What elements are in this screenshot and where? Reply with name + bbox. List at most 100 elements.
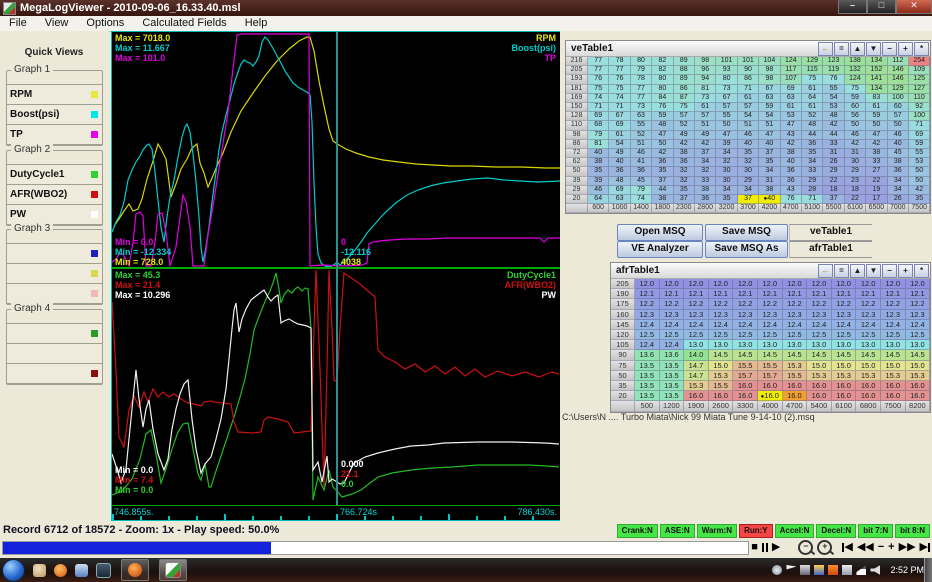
table-cell[interactable]: 13.6 bbox=[660, 350, 685, 360]
messenger-icon[interactable] bbox=[33, 564, 46, 577]
table-cell[interactable]: 54 bbox=[609, 140, 630, 149]
table-cell[interactable]: 54 bbox=[759, 112, 780, 121]
table-cell[interactable]: 38 bbox=[781, 149, 802, 158]
table-cell[interactable]: 50 bbox=[909, 177, 930, 186]
table-cell[interactable]: 125 bbox=[909, 75, 930, 84]
table-cell[interactable]: 22 bbox=[845, 195, 866, 204]
table-cell[interactable]: 48 bbox=[652, 121, 673, 130]
table-cell[interactable]: 44 bbox=[652, 186, 673, 195]
table-cell[interactable]: 32 bbox=[716, 158, 737, 167]
table-cell[interactable]: 12.0 bbox=[783, 279, 808, 289]
table-cell[interactable]: 81 bbox=[695, 85, 716, 94]
table-cell[interactable]: 101 bbox=[738, 57, 759, 66]
table-cell[interactable]: 34 bbox=[802, 158, 823, 167]
table-cell[interactable]: 12.1 bbox=[807, 289, 832, 299]
table-cell[interactable]: 26 bbox=[823, 158, 844, 167]
rewind-button[interactable]: ◀◀ bbox=[857, 540, 874, 555]
table-cell[interactable]: 46 bbox=[738, 131, 759, 140]
quick-view-item-afr-wbo2-[interactable]: AFR(WBO2) bbox=[6, 184, 103, 205]
table-cell[interactable]: 52 bbox=[674, 121, 695, 130]
zoom-in-button[interactable]: + bbox=[817, 540, 832, 555]
afr-undo-icon[interactable]: ← bbox=[818, 264, 833, 278]
table-cell[interactable]: 83 bbox=[866, 94, 887, 103]
table-cell[interactable]: 12.2 bbox=[807, 299, 832, 309]
table-cell[interactable]: 74 bbox=[631, 195, 652, 204]
table-cell[interactable]: 51 bbox=[631, 140, 652, 149]
menu-calculated-fields[interactable]: Calculated Fields bbox=[133, 16, 235, 31]
table-cell[interactable]: 98 bbox=[759, 75, 780, 84]
table-cell[interactable]: 38 bbox=[695, 186, 716, 195]
table-cell[interactable]: 63 bbox=[781, 94, 802, 103]
table-cell[interactable]: 36 bbox=[695, 195, 716, 204]
table-cell[interactable]: 12.3 bbox=[758, 310, 783, 320]
table-cell[interactable]: 14.5 bbox=[733, 350, 758, 360]
table-cell[interactable]: 31 bbox=[759, 177, 780, 186]
table-cell[interactable]: 12.3 bbox=[709, 310, 734, 320]
table-cell[interactable]: 86 bbox=[674, 85, 695, 94]
stop-button[interactable]: ■ bbox=[751, 540, 758, 555]
ve-increment-button[interactable]: + bbox=[898, 42, 913, 56]
table-cell[interactable]: 30 bbox=[716, 167, 737, 176]
table-cell[interactable]: 38 bbox=[888, 158, 909, 167]
table-cell[interactable]: 16.0 bbox=[906, 381, 931, 391]
table-cell[interactable]: 59 bbox=[759, 103, 780, 112]
table-cell[interactable]: 52 bbox=[802, 112, 823, 121]
table-cell[interactable]: 36 bbox=[888, 167, 909, 176]
afr-table-grid[interactable]: 20512.012.012.012.012.012.012.012.012.01… bbox=[611, 279, 930, 412]
flag-icon[interactable] bbox=[786, 565, 796, 575]
table-cell[interactable]: 146 bbox=[888, 66, 909, 75]
table-cell[interactable]: 76 bbox=[823, 75, 844, 84]
table-cell[interactable]: 127 bbox=[909, 85, 930, 94]
table-cell[interactable]: 79 bbox=[588, 131, 609, 140]
table-cell[interactable]: 32 bbox=[674, 177, 695, 186]
table-cell[interactable]: 56 bbox=[845, 112, 866, 121]
table-cell[interactable]: 42 bbox=[866, 140, 887, 149]
close-button[interactable]: ✕ bbox=[896, 0, 932, 14]
table-cell[interactable]: 61 bbox=[738, 94, 759, 103]
table-cell[interactable]: 16.0 bbox=[758, 381, 783, 391]
table-cell[interactable]: 12.4 bbox=[856, 320, 881, 330]
table-cell[interactable]: 101 bbox=[716, 57, 737, 66]
table-cell[interactable]: 100 bbox=[888, 94, 909, 103]
table-cell[interactable]: 13.5 bbox=[635, 381, 660, 391]
table-cell[interactable]: 15.3 bbox=[807, 371, 832, 381]
table-cell[interactable]: 12.0 bbox=[807, 279, 832, 289]
table-cell[interactable]: 75 bbox=[674, 103, 695, 112]
table-cell[interactable]: 49 bbox=[609, 149, 630, 158]
table-cell[interactable]: 50 bbox=[652, 140, 673, 149]
table-cell[interactable]: 89 bbox=[674, 75, 695, 84]
table-cell[interactable]: 15.0 bbox=[856, 361, 881, 371]
table-cell[interactable]: 33 bbox=[823, 140, 844, 149]
table-cell[interactable]: 82 bbox=[652, 66, 673, 75]
table-cell[interactable]: 12.3 bbox=[807, 310, 832, 320]
table-cell[interactable]: 49 bbox=[674, 131, 695, 140]
table-cell[interactable]: 54 bbox=[823, 94, 844, 103]
table-cell[interactable]: 76 bbox=[652, 103, 673, 112]
table-cell[interactable]: 80 bbox=[652, 75, 673, 84]
table-cell[interactable]: 78 bbox=[631, 75, 652, 84]
table-cell[interactable]: 46 bbox=[588, 186, 609, 195]
fast-forward-button[interactable]: ▶▶ bbox=[899, 540, 916, 555]
table-cell[interactable]: 13.0 bbox=[807, 340, 832, 350]
table-cell[interactable]: 12.3 bbox=[856, 310, 881, 320]
table-cell[interactable]: 57 bbox=[888, 112, 909, 121]
table-cell[interactable]: 16.0 bbox=[832, 381, 857, 391]
menu-file[interactable]: File bbox=[0, 16, 36, 31]
table-cell[interactable]: 15.3 bbox=[832, 371, 857, 381]
table-cell[interactable]: 38 bbox=[674, 149, 695, 158]
table-cell[interactable]: 12.0 bbox=[635, 279, 660, 289]
table-cell[interactable]: 36 bbox=[674, 158, 695, 167]
table-cell[interactable]: 42 bbox=[674, 140, 695, 149]
table-cell[interactable]: 34 bbox=[888, 186, 909, 195]
table-cell[interactable]: 146 bbox=[888, 75, 909, 84]
table-cell[interactable]: 12.4 bbox=[684, 320, 709, 330]
table-cell[interactable]: 22 bbox=[866, 177, 887, 186]
minimize-button[interactable]: – bbox=[838, 0, 867, 14]
table-cell[interactable]: 75 bbox=[609, 85, 630, 94]
table-cell[interactable]: 50 bbox=[716, 121, 737, 130]
table-cell[interactable]: 12.2 bbox=[758, 299, 783, 309]
table-cell[interactable]: 12.4 bbox=[660, 340, 685, 350]
table-cell[interactable]: 115 bbox=[802, 66, 823, 75]
display-icon[interactable] bbox=[96, 563, 111, 578]
printer-icon[interactable] bbox=[842, 565, 852, 575]
